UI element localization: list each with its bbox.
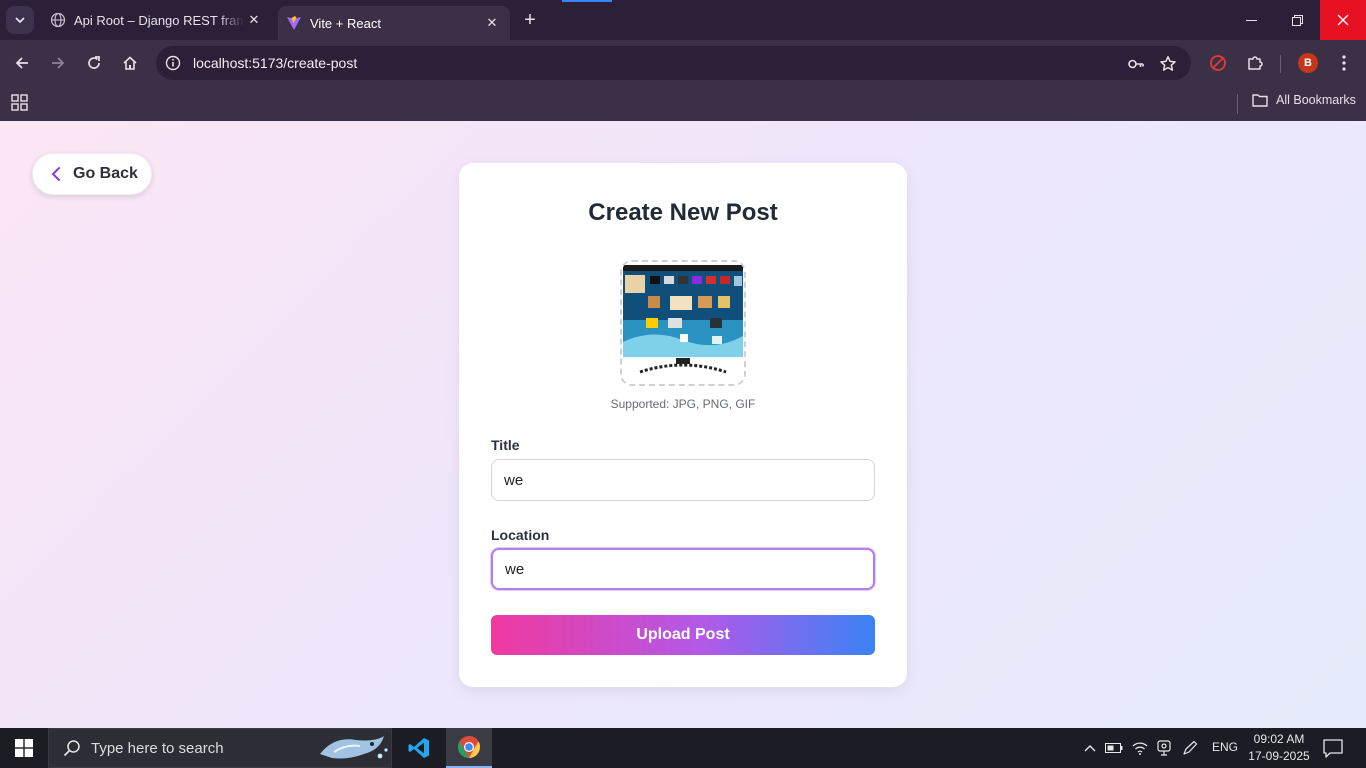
puzzle-icon (1248, 56, 1263, 70)
url-text: localhost:5173/create-post (193, 55, 358, 71)
toolbar-divider (1280, 55, 1281, 73)
bookmarks-bar: All Bookmarks (0, 86, 1366, 121)
minimize-icon (1245, 19, 1257, 21)
tab-search-dropdown[interactable] (6, 6, 34, 34)
uploaded-image-thumbnail (622, 262, 744, 384)
apps-grid-icon[interactable] (10, 92, 30, 112)
site-info-button[interactable] (161, 51, 185, 75)
reload-button[interactable] (80, 49, 108, 77)
title-label: Title (491, 437, 520, 453)
title-input[interactable] (491, 459, 875, 501)
vite-logo-icon (287, 16, 301, 30)
go-back-label: Go Back (73, 165, 138, 182)
notification-icon[interactable] (1322, 737, 1344, 759)
folder-icon (1252, 94, 1268, 107)
go-back-button[interactable]: Go Back (32, 153, 152, 195)
supported-formats-text: Supported: JPG, PNG, GIF (610, 397, 756, 411)
pen-icon[interactable] (1180, 738, 1200, 758)
windows-logo-icon (15, 739, 33, 757)
password-key-button[interactable] (1126, 54, 1146, 74)
location-input[interactable] (491, 548, 875, 590)
close-window-button[interactable] (1320, 0, 1366, 40)
page-content: Go Back Create New Post Supported: JPG, … (0, 121, 1366, 728)
extension-blocked-button[interactable] (1204, 49, 1232, 77)
battery-icon[interactable] (1104, 738, 1124, 758)
star-icon (1160, 56, 1176, 71)
bookmark-star-button[interactable] (1158, 54, 1178, 74)
info-icon (165, 55, 181, 71)
forward-button[interactable] (44, 49, 72, 77)
more-vertical-icon (1342, 55, 1346, 71)
all-bookmarks-label: All Bookmarks (1276, 93, 1356, 107)
key-icon (1128, 59, 1144, 69)
windows-taskbar: Type here to search ENG 09:02 AM 17-09-2… (0, 728, 1366, 768)
globe-icon (50, 12, 66, 28)
page-title: Create New Post (588, 199, 778, 226)
taskbar-clock[interactable]: 09:02 AM 17-09-2025 (1248, 731, 1310, 765)
address-bar[interactable]: localhost:5173/create-post (156, 46, 1191, 80)
arrow-right-icon (52, 57, 65, 69)
search-icon (63, 739, 81, 757)
tab-vite-react[interactable]: Vite + React ✕ (278, 6, 510, 40)
clock-date: 17-09-2025 (1248, 749, 1310, 763)
blocked-extension-icon (1210, 55, 1226, 71)
close-icon (1337, 14, 1349, 26)
chevron-left-icon (51, 166, 61, 182)
all-bookmarks-button[interactable]: All Bookmarks (1252, 93, 1356, 107)
minimize-button[interactable] (1228, 0, 1274, 40)
vscode-icon (408, 738, 429, 758)
chevron-up-icon[interactable] (1080, 738, 1100, 758)
tab-api-root[interactable]: Api Root – Django REST framew ✕ (40, 0, 272, 40)
tab-title: Api Root – Django REST framew (74, 12, 244, 28)
profile-button[interactable]: B (1294, 49, 1322, 77)
browser-menu-button[interactable] (1330, 49, 1358, 77)
clock-time: 09:02 AM (1253, 732, 1305, 746)
language-indicator[interactable]: ENG (1212, 740, 1238, 754)
taskbar-vscode[interactable] (396, 728, 442, 768)
back-button[interactable] (8, 49, 36, 77)
avatar: B (1298, 53, 1318, 73)
location-label: Location (491, 527, 550, 543)
camera-icon[interactable] (1154, 738, 1174, 758)
image-upload-preview[interactable] (620, 260, 746, 386)
arrow-left-icon (15, 57, 28, 69)
close-icon[interactable]: ✕ (244, 10, 264, 30)
upload-post-button[interactable]: Upload Post (491, 615, 875, 655)
reload-icon (88, 56, 100, 69)
taskbar-chrome[interactable] (446, 728, 492, 768)
tab-title: Vite + React (310, 15, 381, 31)
start-button[interactable] (0, 728, 48, 768)
extensions-button[interactable] (1241, 49, 1269, 77)
create-post-card: Create New Post Supported: JPG, PNG, GIF… (459, 163, 907, 687)
search-highlight-illustration (320, 736, 388, 759)
bookmarks-divider (1237, 94, 1238, 114)
wifi-icon[interactable] (1130, 738, 1150, 758)
home-icon (123, 56, 137, 70)
restore-button[interactable] (1274, 0, 1320, 40)
close-icon[interactable]: ✕ (482, 13, 502, 33)
taskbar-search-placeholder: Type here to search (91, 739, 224, 757)
new-tab-button[interactable]: + (518, 8, 542, 32)
chevron-down-icon (15, 17, 25, 24)
restore-icon (1291, 14, 1303, 26)
chrome-icon (458, 736, 480, 758)
browser-toolbar: localhost:5173/create-post B (0, 40, 1366, 86)
home-button[interactable] (116, 49, 144, 77)
browser-tab-bar: Api Root – Django REST framew ✕ Vite + R… (0, 0, 1366, 40)
tab-activity-indicator (562, 0, 612, 2)
